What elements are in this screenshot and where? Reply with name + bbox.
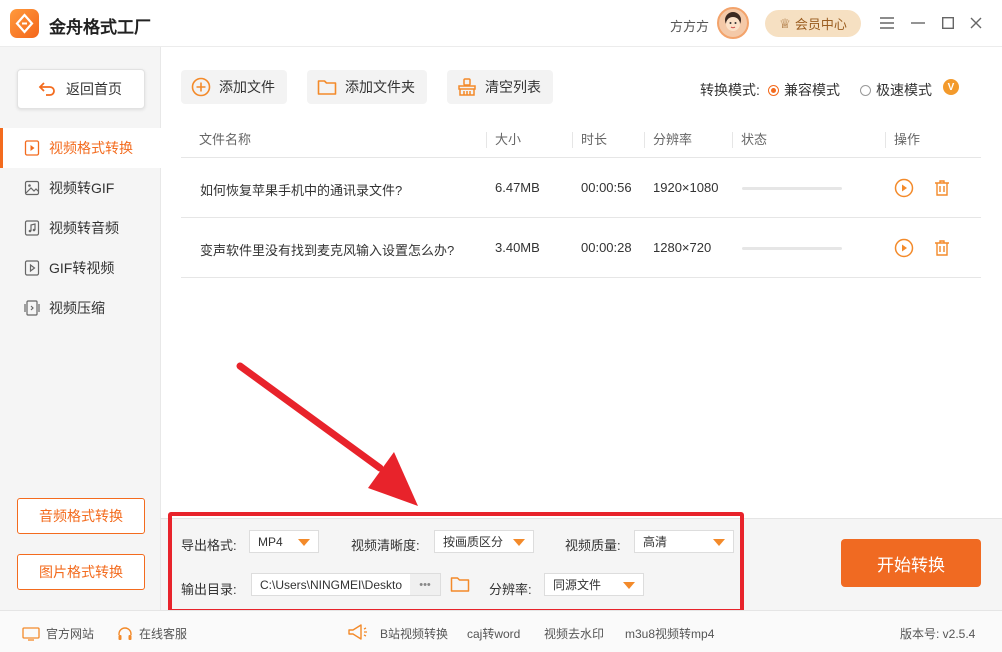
gif-file-icon	[24, 260, 40, 276]
online-service-link[interactable]: 在线客服	[117, 625, 187, 642]
member-center-button[interactable]: ♕ 会员中心	[765, 10, 861, 37]
official-website-link[interactable]: 官方网站	[22, 625, 94, 642]
footer-link-remove-watermark[interactable]: 视频去水印	[544, 625, 604, 642]
version-label: 版本号: v2.5.4	[900, 627, 976, 641]
conversion-mode-label: 转换模式:	[700, 82, 760, 98]
headset-icon	[118, 626, 132, 640]
sidebar-item-gif-to-video[interactable]: GIF转视频	[0, 248, 161, 288]
back-home-button[interactable]: 返回首页	[17, 69, 145, 109]
sidebar-item-label: GIF转视频	[49, 260, 115, 276]
video-file-icon	[24, 140, 40, 156]
username[interactable]: 方方方	[670, 16, 709, 35]
plus-circle-icon	[191, 77, 211, 97]
back-arrow-icon	[38, 82, 55, 96]
file-resolution: 1280×720	[653, 240, 712, 255]
app-title: 金舟格式工厂	[49, 18, 151, 37]
sidebar-item-label: 视频转音频	[49, 220, 119, 236]
sidebar-item-video-compress[interactable]: 视频压缩	[0, 288, 161, 328]
annotation-highlight-box	[168, 512, 744, 613]
column-header-resolution: 分辨率	[644, 132, 692, 148]
column-header-size: 大小	[486, 132, 521, 148]
file-resolution: 1920×1080	[653, 180, 719, 195]
table-row[interactable]: 变声软件里没有找到麦克风输入设置怎么办? 3.40MB 00:00:28 128…	[181, 218, 981, 278]
compress-icon	[24, 300, 40, 316]
megaphone-icon	[348, 624, 367, 640]
mode-compatible-label: 兼容模式	[784, 82, 840, 98]
clear-list-button[interactable]: 清空列表	[447, 70, 553, 104]
crown-icon: ♕	[779, 15, 791, 31]
file-size: 6.47MB	[495, 180, 540, 195]
image-icon	[24, 180, 40, 196]
annotation-arrow	[236, 362, 418, 506]
column-header-duration: 时长	[572, 132, 607, 148]
file-table-header: 文件名称 大小 时长 分辨率 状态 操作	[181, 128, 981, 158]
trash-icon[interactable]	[932, 238, 952, 258]
app-logo-icon	[10, 9, 39, 38]
member-center-label: 会员中心	[794, 17, 847, 32]
radio-unchecked-icon	[860, 85, 871, 96]
monitor-icon	[22, 626, 40, 641]
start-convert-button[interactable]: 开始转换	[841, 539, 981, 587]
column-header-actions: 操作	[885, 132, 920, 148]
audio-format-button[interactable]: 音频格式转换	[17, 498, 145, 534]
title-bar: 金舟格式工厂 方方方 ♕ 会员中心	[0, 0, 1002, 47]
folder-icon	[317, 80, 337, 95]
mode-fast-label: 极速模式	[876, 82, 932, 98]
mode-fast-radio[interactable]: 极速模式	[860, 80, 932, 100]
column-header-status: 状态	[732, 132, 767, 148]
file-size: 3.40MB	[495, 240, 540, 255]
footer-link-caj-word[interactable]: caj转word	[467, 625, 520, 642]
mode-compatible-radio[interactable]: 兼容模式	[768, 80, 840, 100]
footer-link-bilibili[interactable]: B站视频转换	[380, 625, 448, 642]
add-folder-button[interactable]: 添加文件夹	[307, 70, 427, 104]
broom-icon	[458, 78, 476, 96]
file-duration: 00:00:28	[581, 240, 632, 255]
radio-checked-icon	[768, 85, 779, 96]
footer-link-m3u8-mp4[interactable]: m3u8视频转mp4	[625, 625, 714, 642]
sidebar-item-label: 视频格式转换	[49, 140, 133, 156]
table-row[interactable]: 如何恢复苹果手机中的通讯录文件? 6.47MB 00:00:56 1920×10…	[181, 158, 981, 218]
music-file-icon	[24, 220, 40, 236]
image-format-button[interactable]: 图片格式转换	[17, 554, 145, 590]
add-file-label: 添加文件	[219, 79, 275, 95]
sidebar-item-video-to-gif[interactable]: 视频转GIF	[0, 168, 161, 208]
column-header-name: 文件名称	[199, 132, 252, 147]
clear-list-label: 清空列表	[485, 79, 541, 95]
menu-icon[interactable]	[877, 13, 897, 33]
sidebar-item-video-to-audio[interactable]: 视频转音频	[0, 208, 161, 248]
maximize-icon[interactable]	[938, 13, 958, 33]
sidebar-item-video-format[interactable]: 视频格式转换	[0, 128, 161, 168]
file-duration: 00:00:56	[581, 180, 632, 195]
sidebar: 返回首页 视频格式转换 视频转GIF 视频转音频 GIF转视频 视频压缩 音频格…	[0, 47, 161, 610]
progress-bar	[742, 187, 842, 190]
back-home-label: 返回首页	[66, 81, 122, 97]
sidebar-item-label: 视频压缩	[49, 300, 105, 316]
vip-badge-icon: V	[943, 79, 959, 95]
add-file-button[interactable]: 添加文件	[181, 70, 287, 104]
close-icon[interactable]	[966, 13, 986, 33]
online-service-label: 在线客服	[139, 627, 188, 641]
file-name: 如何恢复苹果手机中的通讯录文件?	[200, 183, 403, 198]
play-icon[interactable]	[894, 238, 914, 258]
add-folder-label: 添加文件夹	[345, 79, 415, 95]
footer: 官方网站 在线客服 B站视频转换 caj转word 视频去水印 m3u8视频转m…	[0, 610, 1002, 652]
file-name: 变声软件里没有找到麦克风输入设置怎么办?	[200, 243, 455, 258]
trash-icon[interactable]	[932, 178, 952, 198]
sidebar-item-label: 视频转GIF	[49, 180, 115, 196]
minimize-icon[interactable]	[908, 13, 928, 33]
play-icon[interactable]	[894, 178, 914, 198]
avatar[interactable]	[717, 7, 749, 39]
official-website-label: 官方网站	[46, 627, 95, 641]
progress-bar	[742, 247, 842, 250]
